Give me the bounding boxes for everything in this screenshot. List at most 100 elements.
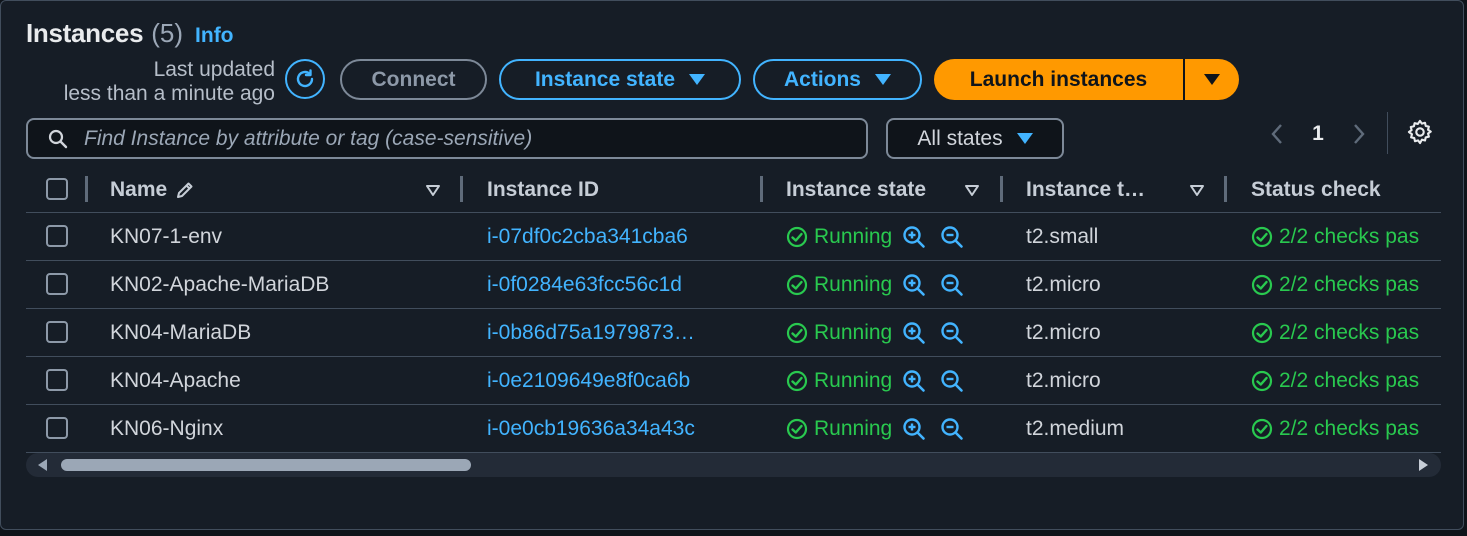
instance-state-text: Running [814, 272, 893, 296]
launch-instances-button[interactable]: Launch instances [934, 59, 1183, 100]
instance-name: KN02-Apache-MariaDB [110, 272, 330, 296]
table-header: Name Instance ID Instance state Instance… [26, 167, 1441, 213]
column-header-instance-id[interactable]: Instance ID [487, 167, 599, 212]
search-field[interactable] [26, 118, 868, 159]
success-check-icon [1251, 226, 1273, 248]
zoom-in-icon[interactable] [902, 417, 926, 441]
success-check-icon [786, 322, 808, 344]
row-checkbox[interactable] [46, 321, 68, 343]
zoom-in-icon[interactable] [902, 369, 926, 393]
success-check-icon [786, 274, 808, 296]
status-check-cell: 2/2 checks pas [1251, 213, 1419, 260]
launch-dropdown-button[interactable] [1185, 59, 1239, 100]
instance-id-link[interactable]: i-0b86d75a1979873… [487, 309, 695, 356]
row-checkbox[interactable] [46, 417, 68, 439]
refresh-button[interactable] [285, 59, 325, 99]
instance-state-text: Running [814, 416, 893, 440]
column-header-name[interactable]: Name [110, 167, 195, 212]
success-check-icon [1251, 418, 1273, 440]
actions-button[interactable]: Actions [753, 59, 922, 100]
success-check-icon [1251, 322, 1273, 344]
instance-state-text: Running [814, 224, 893, 248]
instance-count: (5) [151, 18, 184, 48]
instance-type: t2.small [1026, 224, 1099, 248]
search-icon [48, 129, 68, 148]
horizontal-scrollbar[interactable] [26, 453, 1441, 477]
search-input[interactable] [82, 125, 866, 152]
launch-instances-split-button: Launch instances [934, 59, 1239, 100]
select-all-checkbox[interactable] [46, 178, 68, 200]
zoom-in-icon[interactable] [902, 273, 926, 297]
column-header-instance-type[interactable]: Instance t… [1026, 167, 1145, 212]
row-checkbox[interactable] [46, 273, 68, 295]
chevron-right-icon[interactable] [1343, 123, 1375, 145]
column-divider [460, 176, 463, 202]
instance-id-link[interactable]: i-0f0284e63fcc56c1d [487, 261, 682, 308]
page-number[interactable]: 1 [1293, 122, 1343, 146]
caret-down-icon [1204, 74, 1220, 85]
zoom-in-icon[interactable] [902, 321, 926, 345]
zoom-out-icon[interactable] [940, 417, 964, 441]
instance-type: t2.micro [1026, 368, 1101, 392]
status-check-cell: 2/2 checks pas [1251, 309, 1419, 356]
zoom-out-icon[interactable] [940, 321, 964, 345]
sort-caret-icon[interactable] [425, 183, 441, 197]
info-link[interactable]: Info [195, 24, 233, 48]
table-row[interactable]: KN06-Nginx i-0e0cb19636a34a43c Running t2.m… [26, 405, 1441, 453]
instance-name: KN07-1-env [110, 224, 223, 248]
preferences-button[interactable] [1406, 118, 1434, 146]
instance-type: t2.medium [1026, 416, 1125, 440]
pagination: 1 [1261, 118, 1375, 150]
table-row[interactable]: KN07-1-env i-07df0c2cba341cba6 Running t2.s… [26, 213, 1441, 261]
row-checkbox[interactable] [46, 369, 68, 391]
instance-state-cell: Running [786, 213, 964, 260]
instance-name: KN04-MariaDB [110, 320, 252, 344]
zoom-out-icon[interactable] [940, 225, 964, 249]
zoom-in-icon[interactable] [902, 225, 926, 249]
status-check-text: 2/2 checks pas [1279, 416, 1420, 440]
instance-name: KN06-Nginx [110, 416, 224, 440]
instance-state-cell: Running [786, 357, 964, 404]
scroll-left-arrow-icon[interactable] [38, 459, 47, 471]
instance-id-link[interactable]: i-0e0cb19636a34a43c [487, 405, 695, 452]
column-header-status-check[interactable]: Status check [1251, 167, 1381, 212]
sort-caret-icon[interactable] [964, 183, 980, 197]
connect-button[interactable]: Connect [340, 59, 487, 100]
column-header-instance-state[interactable]: Instance state [786, 167, 926, 212]
page-title: Instances [26, 18, 144, 48]
sort-caret-icon[interactable] [1189, 183, 1205, 197]
instance-state-cell: Running [786, 405, 964, 452]
instance-type: t2.micro [1026, 320, 1101, 344]
table-row[interactable]: KN04-Apache i-0e2109649e8f0ca6b Running t2.… [26, 357, 1441, 405]
table-row[interactable]: KN02-Apache-MariaDB i-0f0284e63fcc56c1d Ru… [26, 261, 1441, 309]
status-check-cell: 2/2 checks pas [1251, 405, 1419, 452]
row-checkbox[interactable] [46, 225, 68, 247]
states-filter-label: All states [917, 126, 1003, 150]
actions-label: Actions [783, 67, 861, 91]
table-row[interactable]: KN04-MariaDB i-0b86d75a1979873… Running t2.… [26, 309, 1441, 357]
status-check-text: 2/2 checks pas [1279, 368, 1420, 392]
chevron-left-icon[interactable] [1261, 123, 1293, 145]
states-filter-select[interactable]: All states [886, 118, 1064, 159]
instance-name: KN04-Apache [110, 368, 241, 392]
status-check-cell: 2/2 checks pas [1251, 357, 1419, 404]
column-divider [1000, 176, 1003, 202]
instance-state-button[interactable]: Instance state [499, 59, 741, 100]
scroll-right-arrow-icon[interactable] [1419, 459, 1428, 471]
column-divider [85, 176, 88, 202]
zoom-out-icon[interactable] [940, 369, 964, 393]
refresh-icon [296, 69, 314, 88]
status-check-text: 2/2 checks pas [1279, 224, 1420, 248]
instance-id-link[interactable]: i-07df0c2cba341cba6 [487, 213, 688, 260]
success-check-icon [1251, 274, 1273, 296]
scrollbar-thumb[interactable] [61, 459, 471, 471]
instance-id-link[interactable]: i-0e2109649e8f0ca6b [487, 357, 690, 404]
pagination-divider [1387, 112, 1388, 154]
column-divider [1224, 176, 1227, 202]
instance-state-label: Instance state [534, 67, 676, 91]
instances-table: Name Instance ID Instance state Instance… [26, 167, 1441, 477]
column-label: Name [110, 177, 168, 201]
success-check-icon [786, 226, 808, 248]
last-updated-line1: Last updated [153, 58, 275, 81]
zoom-out-icon[interactable] [940, 273, 964, 297]
